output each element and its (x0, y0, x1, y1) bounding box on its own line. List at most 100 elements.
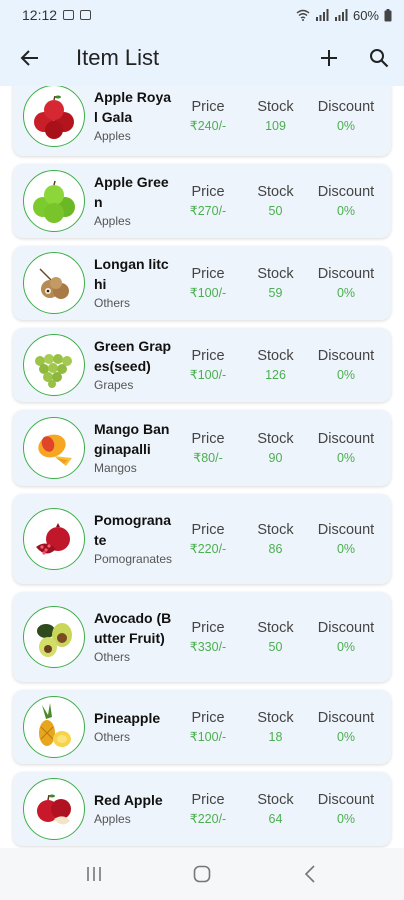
stock-value: 126 (265, 368, 286, 382)
stock-value: 90 (268, 451, 283, 465)
price-label: Price (191, 792, 225, 808)
chevron-left-icon (304, 865, 315, 883)
gallery-notification-icon (63, 10, 75, 20)
battery-icon (384, 8, 392, 21)
pineapple-icon (39, 703, 71, 747)
item-name: Avocado (Butter Fruit) (94, 610, 172, 646)
item-image (23, 778, 85, 840)
item-image (23, 508, 85, 570)
discount-label: Discount (317, 184, 375, 200)
price-value: ₹80/- (193, 451, 223, 465)
wifi-icon (296, 9, 310, 21)
item-category: Grapes (94, 378, 134, 392)
home-button[interactable] (177, 854, 227, 894)
discount-value: 0% (336, 730, 356, 744)
price-label: Price (191, 266, 225, 282)
price-label: Price (191, 522, 225, 538)
item-category: Apples (94, 812, 131, 826)
back-button[interactable] (0, 30, 60, 86)
stock-label: Stock (257, 266, 294, 282)
price-value: ₹220/- (189, 812, 227, 826)
system-nav-bar (0, 848, 404, 900)
discount-value: 0% (336, 640, 356, 654)
discount-label: Discount (317, 710, 375, 726)
signal-icon (315, 9, 329, 21)
mango-icon (38, 434, 72, 466)
item-card[interactable]: Avocado (Butter Fruit) Others Price ₹330/… (13, 592, 391, 682)
stock-value: 86 (268, 542, 283, 556)
item-category: Others (94, 730, 131, 744)
discount-value: 0% (336, 286, 356, 300)
discount-label: Discount (317, 431, 375, 447)
item-card[interactable]: Mango Banginapalli Mangos Price ₹80/- Sto… (13, 410, 391, 486)
price-value: ₹100/- (189, 730, 227, 744)
stock-label: Stock (257, 99, 294, 115)
item-image (23, 334, 85, 396)
stock-value: 50 (268, 640, 283, 654)
add-item-button[interactable] (304, 30, 354, 86)
stock-value: 64 (268, 812, 283, 826)
price-label: Price (191, 184, 225, 200)
search-button[interactable] (354, 30, 404, 86)
price-label: Price (191, 99, 225, 115)
item-name: Green Grapes(seed) (94, 338, 172, 374)
stock-label: Stock (257, 620, 294, 636)
item-card[interactable]: Apple Royal Gala Apples Price ₹240/- Stoc… (13, 86, 391, 156)
arrow-left-icon (20, 50, 38, 66)
stock-value: 59 (268, 286, 283, 300)
stock-label: Stock (257, 710, 294, 726)
item-category: Apples (94, 214, 131, 228)
discount-label: Discount (317, 522, 375, 538)
discount-label: Discount (317, 620, 375, 636)
plus-icon (321, 50, 337, 66)
item-image (23, 696, 85, 758)
stock-label: Stock (257, 792, 294, 808)
grapes-icon (35, 354, 72, 388)
item-card[interactable]: Apple Green Apples Price ₹270/- Stock 50 D… (13, 164, 391, 238)
recents-button[interactable] (69, 854, 119, 894)
item-card[interactable]: Red Apple Apples Price ₹220/- Stock 64 Dis… (13, 772, 391, 846)
recents-icon (87, 867, 101, 881)
item-category: Others (94, 650, 131, 664)
price-value: ₹100/- (189, 368, 227, 382)
price-value: ₹330/- (189, 640, 227, 654)
item-name: Pineapple (94, 710, 161, 726)
price-value: ₹100/- (189, 286, 227, 300)
item-image (23, 606, 85, 668)
item-card[interactable]: Pomogranate Pomogranates Price ₹220/- Sto… (13, 494, 391, 584)
item-name: Red Apple (94, 792, 163, 808)
discount-value: 0% (336, 204, 356, 218)
price-label: Price (191, 431, 225, 447)
item-card[interactable]: Green Grapes(seed) Grapes Price ₹100/- St… (13, 328, 391, 402)
status-time: 12:12 (22, 7, 58, 23)
item-image (23, 252, 85, 314)
item-image (23, 86, 85, 147)
item-card[interactable]: Pineapple Others Price ₹100/- Stock 18 Dis… (13, 690, 391, 764)
green-apples-icon (33, 180, 75, 223)
item-list[interactable]: Apple Royal Gala Apples Price ₹240/- Stoc… (0, 86, 404, 848)
nav-back-button[interactable] (285, 854, 335, 894)
price-label: Price (191, 348, 225, 364)
signal-2-icon (334, 9, 348, 21)
discount-label: Discount (317, 99, 375, 115)
price-label: Price (191, 620, 225, 636)
item-name: Apple Royal Gala (94, 89, 172, 125)
stock-label: Stock (257, 522, 294, 538)
item-name: Apple Green (94, 174, 169, 210)
item-name: Longan litchi (94, 256, 169, 292)
battery-percent: 60% (352, 7, 379, 23)
discount-value: 0% (336, 119, 356, 133)
price-label: Price (191, 710, 225, 726)
stock-value: 50 (268, 204, 283, 218)
stock-label: Stock (257, 431, 294, 447)
app-bar: Item List (0, 30, 404, 86)
avocado-icon (37, 623, 72, 657)
stock-value: 109 (265, 119, 286, 133)
item-card[interactable]: Longan litchi Others Price ₹100/- Stock 59… (13, 246, 391, 320)
item-name: Mango Banginapalli (94, 421, 170, 457)
stock-label: Stock (257, 184, 294, 200)
item-category: Others (94, 296, 131, 310)
stock-label: Stock (257, 348, 294, 364)
item-category: Pomogranates (94, 552, 173, 566)
item-category: Apples (94, 129, 131, 143)
